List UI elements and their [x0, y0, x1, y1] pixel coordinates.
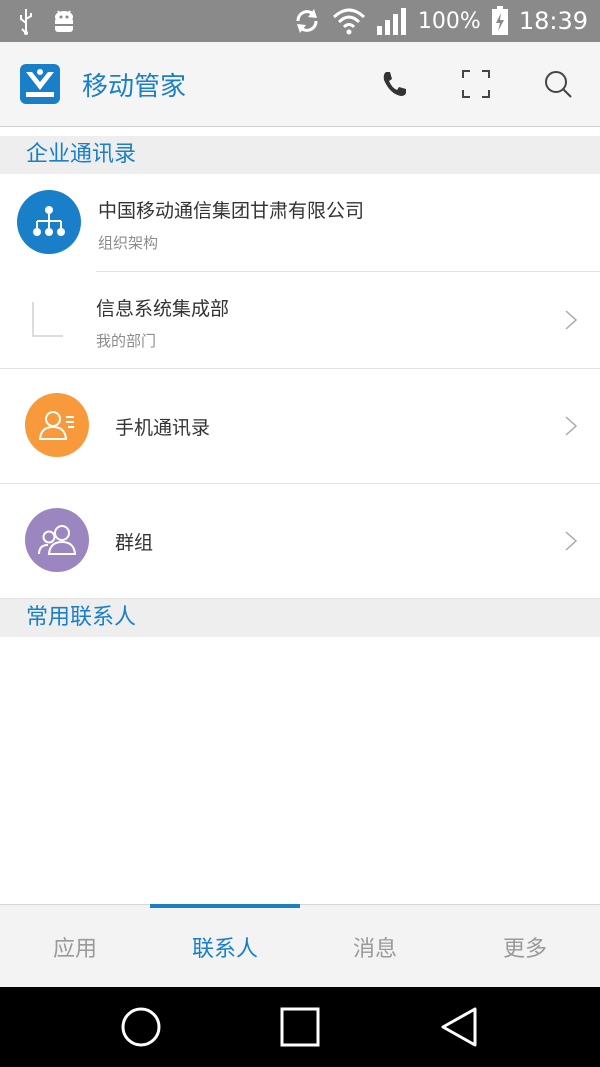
org-structure-row[interactable]: 中国移动通信集团甘肃有限公司 组织架构	[0, 174, 600, 270]
phone-icon[interactable]	[378, 68, 410, 100]
groups-label: 群组	[115, 532, 154, 554]
tab-contacts[interactable]: 联系人	[150, 905, 300, 988]
bottom-nav: 应用 联系人 消息 更多	[0, 904, 600, 988]
app-title: 移动管家	[82, 72, 187, 102]
recents-icon[interactable]	[278, 1005, 322, 1049]
signal-icon	[376, 8, 406, 35]
groups-row[interactable]: 群组	[0, 484, 600, 598]
android-debug-icon	[55, 10, 73, 32]
tab-apps[interactable]: 应用	[0, 905, 150, 988]
battery-charging-icon	[491, 6, 508, 35]
org-chart-icon	[17, 190, 81, 254]
app-bar: 移动管家	[0, 42, 600, 127]
app-logo-icon	[20, 64, 60, 104]
department-subtitle: 我的部门	[96, 332, 157, 350]
clock: 18:39	[518, 7, 588, 35]
org-name: 中国移动通信集团甘肃有限公司	[98, 200, 365, 222]
battery-percent: 100%	[417, 8, 481, 34]
scan-icon[interactable]	[460, 68, 492, 100]
phone-contacts-row[interactable]: 手机通讯录	[0, 369, 600, 483]
org-subtitle: 组织架构	[98, 234, 159, 252]
wifi-icon	[332, 8, 365, 35]
chevron-right-icon	[565, 531, 578, 551]
groups-icon	[25, 508, 89, 572]
back-icon[interactable]	[437, 1005, 481, 1049]
usb-icon	[20, 9, 32, 35]
chevron-right-icon	[565, 310, 578, 330]
tab-messages[interactable]: 消息	[300, 905, 450, 988]
department-row[interactable]: 信息系统集成部 我的部门	[0, 272, 600, 368]
frequent-contacts-list	[0, 637, 600, 904]
sync-icon	[296, 9, 318, 33]
tree-branch-icon	[32, 302, 63, 337]
phone-contacts-icon	[25, 393, 89, 457]
section-header-frequent: 常用联系人	[0, 599, 600, 637]
system-nav-bar	[0, 987, 600, 1067]
department-name: 信息系统集成部	[96, 298, 230, 320]
home-icon[interactable]	[119, 1005, 163, 1049]
search-icon[interactable]	[542, 68, 574, 100]
chevron-right-icon	[565, 416, 578, 436]
phone-contacts-label: 手机通讯录	[115, 417, 211, 439]
tab-more[interactable]: 更多	[450, 905, 600, 988]
status-bar: 100% 18:39	[0, 0, 600, 42]
section-header-enterprise: 企业通讯录	[0, 136, 600, 174]
